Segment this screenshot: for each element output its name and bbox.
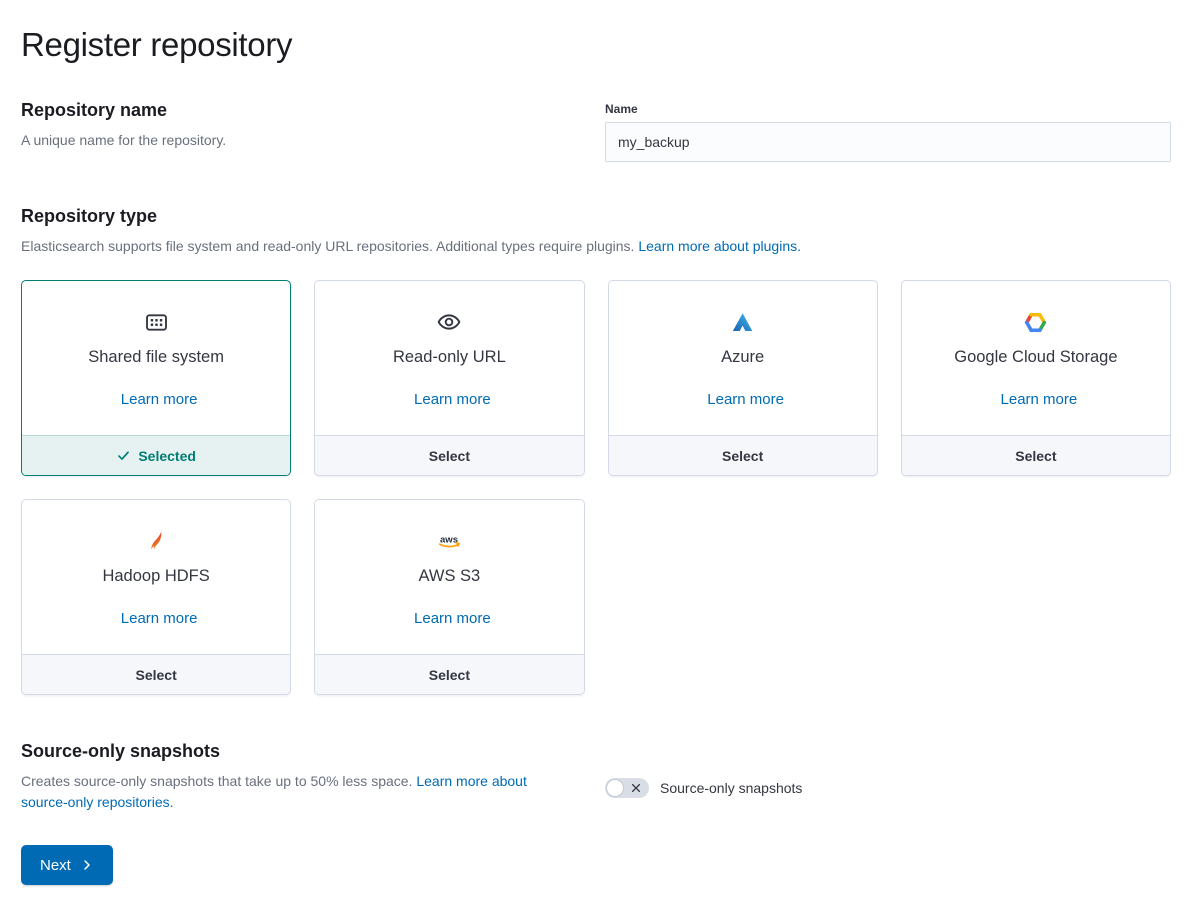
repository-type-select-button[interactable]: Select [902,435,1170,475]
repository-type-card-title: Shared file system [88,348,224,367]
source-only-description-text: Creates source-only snapshots that take … [21,773,412,789]
repository-name-description-column: Repository name A unique name for the re… [21,100,587,151]
repository-name-input[interactable] [605,122,1171,162]
learn-more-label: Learn more [707,391,784,408]
source-only-toggle-column: Source-only snapshots [605,741,1171,798]
svg-text:aws: aws [440,534,458,545]
source-only-heading: Source-only snapshots [21,741,587,762]
source-only-description-column: Source-only snapshots Creates source-onl… [21,741,587,813]
learn-more-label: Learn more [414,610,491,627]
source-only-section: Source-only snapshots Creates source-onl… [21,741,1171,813]
hadoop-hdfs-icon [145,527,167,555]
source-only-description: Creates source-only snapshots that take … [21,771,569,813]
repository-type-card-title: Hadoop HDFS [102,567,209,586]
learn-more-link[interactable]: Learn more [115,391,198,408]
select-button-label: Selected [138,448,196,464]
check-icon [116,448,131,463]
select-button-label: Select [1015,448,1056,464]
repository-type-card-title: Google Cloud Storage [954,348,1117,367]
select-button-label: Select [429,448,470,464]
select-button-label: Select [429,667,470,683]
learn-more-link[interactable]: Learn more [408,391,491,408]
shared-file-system-icon [145,308,168,336]
learn-more-link[interactable]: Learn more [701,391,784,408]
repository-type-card-body: Hadoop HDFS Learn more [22,500,290,654]
repository-name-description: A unique name for the repository. [21,130,569,151]
repository-type-card-body: aws AWS S3 Learn more [315,500,583,654]
register-repository-page: Register repository Repository name A un… [0,0,1192,909]
repository-type-select-button[interactable]: Select [315,654,583,694]
repository-type-selected-badge[interactable]: Selected [22,435,290,475]
repository-type-card[interactable]: Read-only URL Learn more Select [314,280,584,476]
repository-type-card-title: Read-only URL [393,348,506,367]
next-button-label: Next [40,857,71,874]
repository-type-card[interactable]: Azure Learn more Select [608,280,878,476]
learn-more-label: Learn more [121,391,198,408]
repository-name-heading: Repository name [21,100,587,121]
read-only-url-icon [437,308,461,336]
learn-more-label: Learn more [121,610,198,627]
repository-type-heading: Repository type [21,206,1171,227]
repository-type-card[interactable]: Google Cloud Storage Learn more Select [901,280,1171,476]
toggle-thumb [606,779,624,797]
learn-more-link[interactable]: Learn more [408,610,491,627]
repository-type-select-button[interactable]: Select [609,435,877,475]
repository-type-card-body: Shared file system Learn more [22,281,290,435]
page-title: Register repository [21,26,1171,64]
name-field-label: Name [605,102,1171,116]
repository-type-select-button[interactable]: Select [22,654,290,694]
repository-type-section: Repository type Elasticsearch supports f… [21,206,1171,695]
learn-more-label: Learn more [1001,391,1078,408]
learn-more-label: Learn more [414,391,491,408]
repository-type-card[interactable]: Hadoop HDFS Learn more Select [21,499,291,695]
repository-type-select-button[interactable]: Select [315,435,583,475]
aws-s3-icon: aws [435,527,463,555]
repository-type-card[interactable]: aws AWS S3 Learn more Select [314,499,584,695]
learn-more-plugins-link[interactable]: Learn more about plugins. [638,238,801,254]
source-only-toggle-row: Source-only snapshots [605,778,1171,798]
cross-icon [630,782,642,794]
repository-type-card-body: Azure Learn more [609,281,877,435]
repository-type-card-body: Google Cloud Storage Learn more [902,281,1170,435]
chevron-right-icon [80,858,94,872]
source-only-toggle-label: Source-only snapshots [660,780,802,796]
repository-type-card[interactable]: Shared file system Learn more Selected [21,280,291,476]
repository-type-card-title: AWS S3 [419,567,481,586]
repository-type-card-title: Azure [721,348,764,367]
select-button-label: Select [136,667,177,683]
repository-type-card-body: Read-only URL Learn more [315,281,583,435]
repository-type-description: Elasticsearch supports file system and r… [21,236,1171,257]
source-only-toggle[interactable] [605,778,649,798]
next-button[interactable]: Next [21,845,113,885]
repository-type-description-text: Elasticsearch supports file system and r… [21,238,634,254]
google-cloud-storage-icon [1024,308,1047,336]
azure-icon [730,308,755,336]
repo-type-cards: Shared file system Learn more Selected R… [21,280,1171,695]
repository-name-field-column: Name [605,100,1171,162]
learn-more-link[interactable]: Learn more [115,610,198,627]
learn-more-link[interactable]: Learn more [995,391,1078,408]
select-button-label: Select [722,448,763,464]
repository-name-section: Repository name A unique name for the re… [21,100,1171,162]
